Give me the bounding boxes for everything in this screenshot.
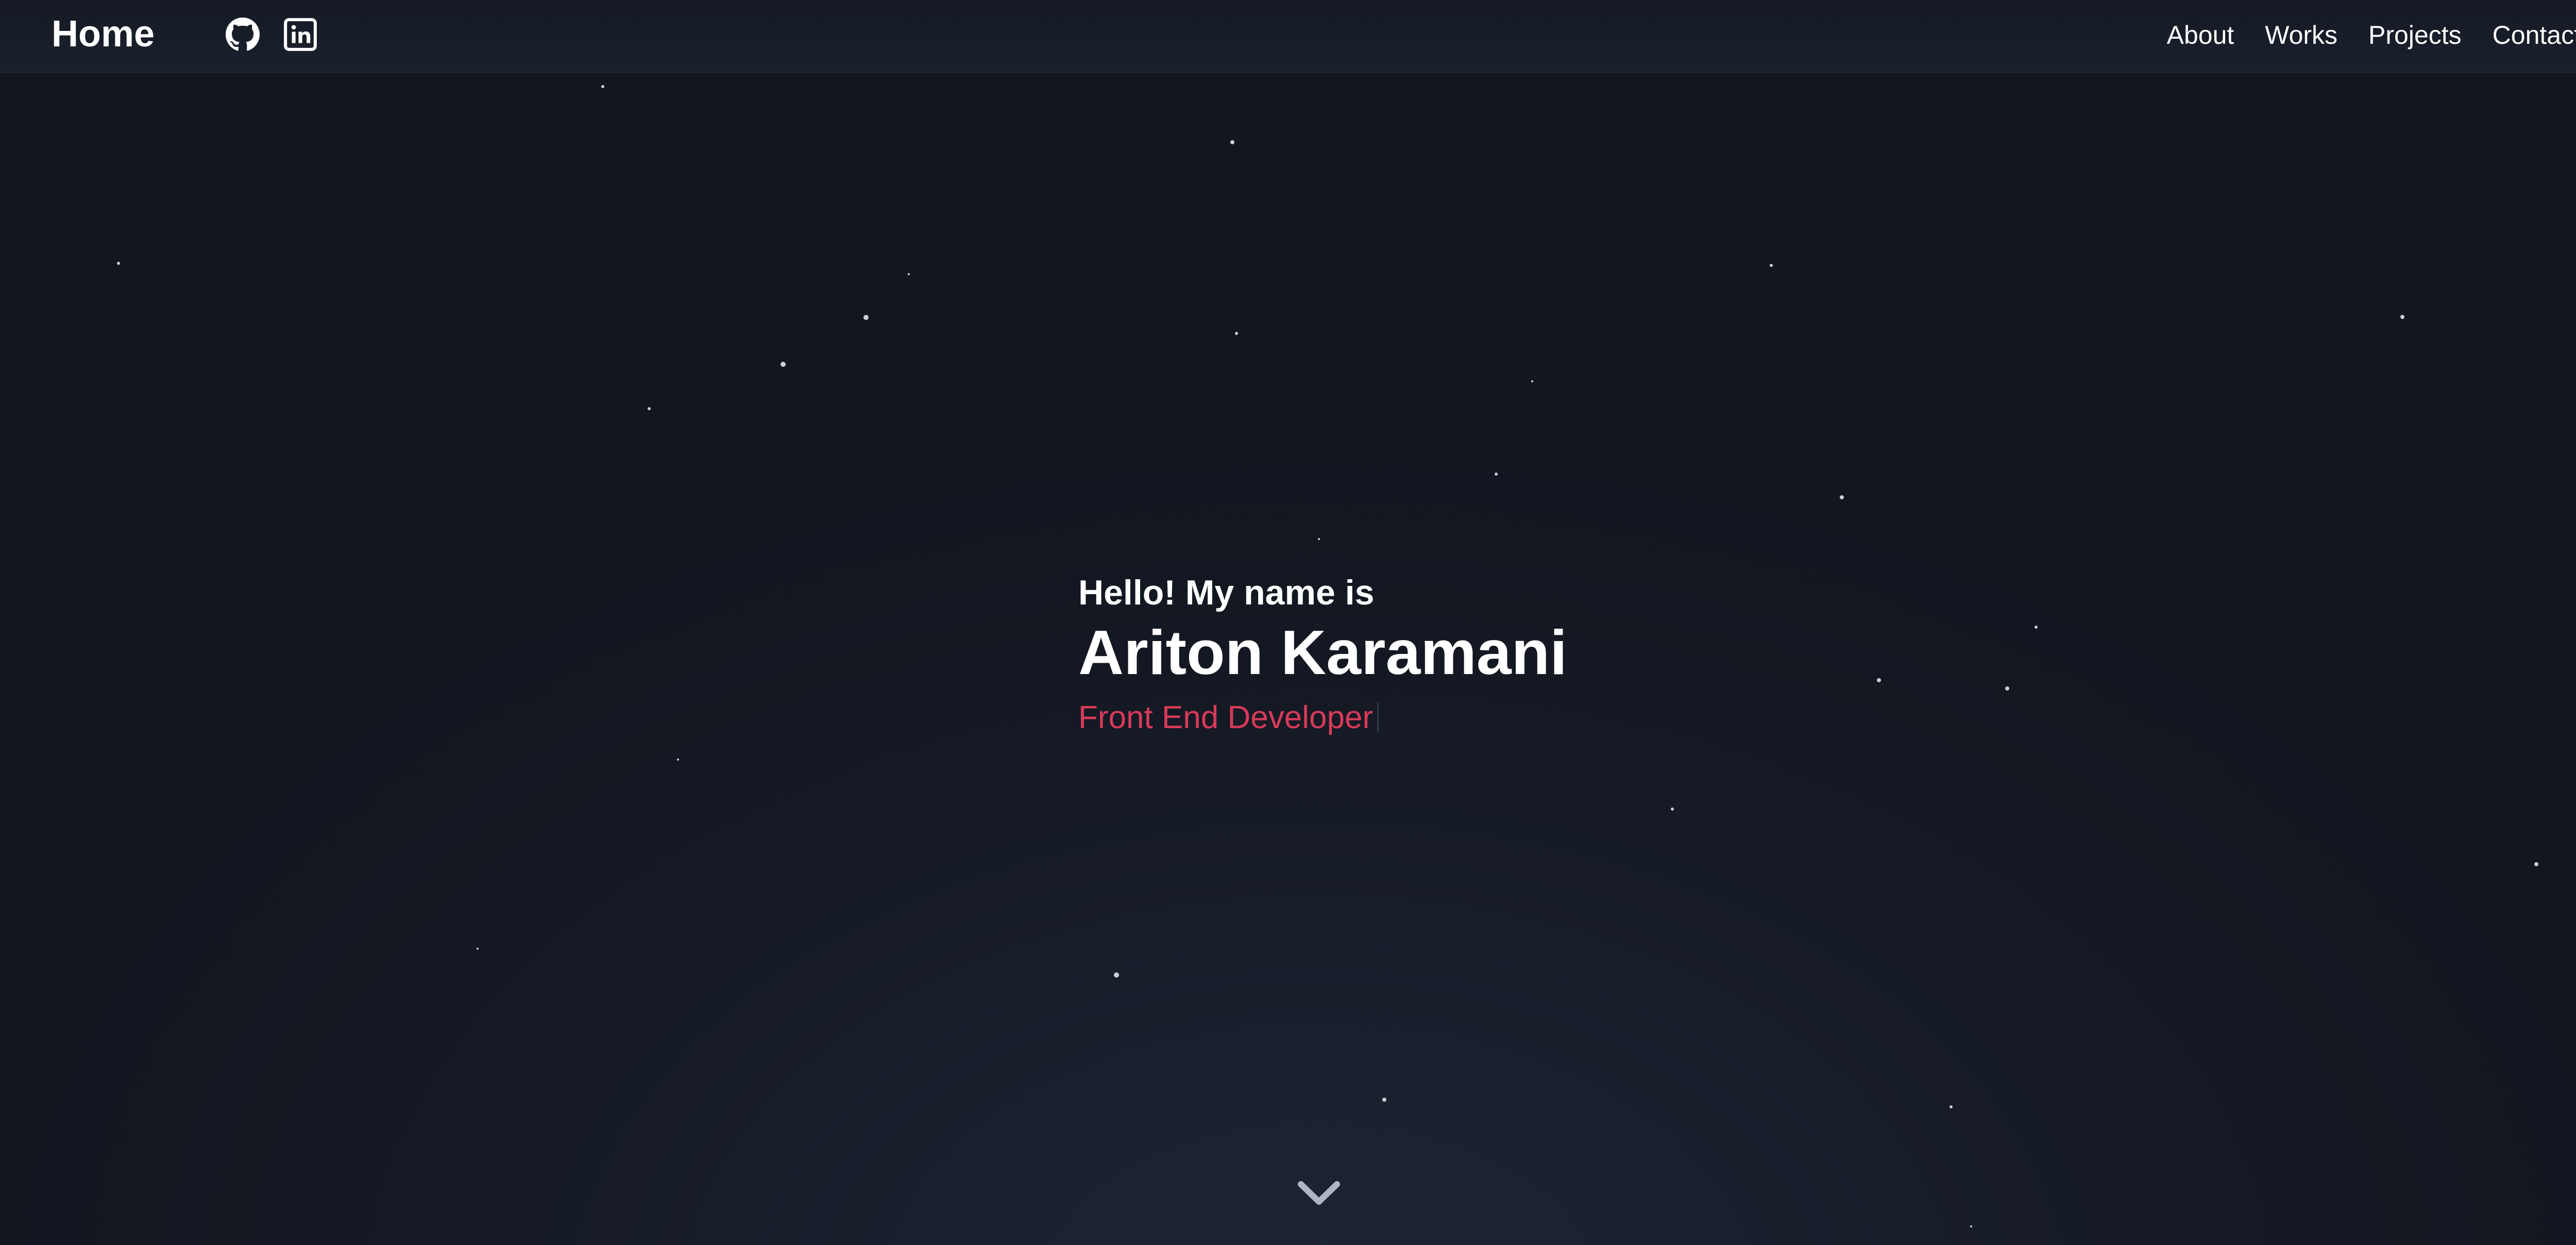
scroll-down-button[interactable]	[1296, 1175, 1342, 1211]
star	[781, 362, 786, 367]
star	[1235, 332, 1238, 335]
hero-greeting: Hello! My name is	[1078, 573, 1375, 612]
main-nav: About Works Projects Contact	[2167, 21, 2576, 49]
home-link[interactable]: Home	[52, 13, 155, 55]
linkedin-icon	[284, 18, 317, 51]
star	[863, 315, 869, 320]
star	[2035, 626, 2038, 629]
star	[601, 85, 604, 88]
star	[1531, 380, 1533, 382]
nav-link-works[interactable]: Works	[2265, 21, 2337, 49]
star	[1230, 140, 1234, 144]
star	[677, 759, 679, 761]
star	[1495, 473, 1498, 476]
star	[477, 948, 479, 950]
star	[1840, 495, 1844, 499]
nav-link-about[interactable]: About	[2167, 21, 2234, 49]
nav-link-projects[interactable]: Projects	[2368, 21, 2462, 49]
linkedin-link[interactable]	[283, 18, 317, 52]
star	[1877, 678, 1881, 682]
star	[1770, 264, 1773, 267]
star	[648, 407, 651, 410]
nav-link-contact[interactable]: Contact	[2493, 21, 2576, 49]
star	[1382, 1098, 1386, 1102]
hero-name: Ariton Karamani	[1078, 617, 1568, 687]
github-link[interactable]	[226, 18, 260, 52]
star	[1671, 807, 1674, 811]
star	[1114, 972, 1119, 978]
star	[908, 273, 910, 275]
page: Home About Works Projects Contact Hello!…	[0, 0, 2576, 1245]
hero-section: Hello! My name is Ariton Karamani Front …	[1078, 572, 1567, 736]
chevron-down-icon	[1298, 1181, 1340, 1205]
star	[1970, 1225, 1972, 1227]
star	[1950, 1105, 1953, 1108]
github-icon	[226, 18, 260, 51]
typing-caret	[1377, 703, 1379, 733]
star	[2005, 686, 2009, 691]
star	[1318, 538, 1320, 540]
navbar: Home About Works Projects Contact	[0, 0, 2576, 73]
star	[2534, 862, 2538, 866]
star	[2400, 315, 2404, 319]
hero-role: Front End Developer	[1078, 700, 1374, 735]
hero-role-line: Front End Developer	[1078, 700, 1567, 736]
star	[117, 262, 120, 265]
